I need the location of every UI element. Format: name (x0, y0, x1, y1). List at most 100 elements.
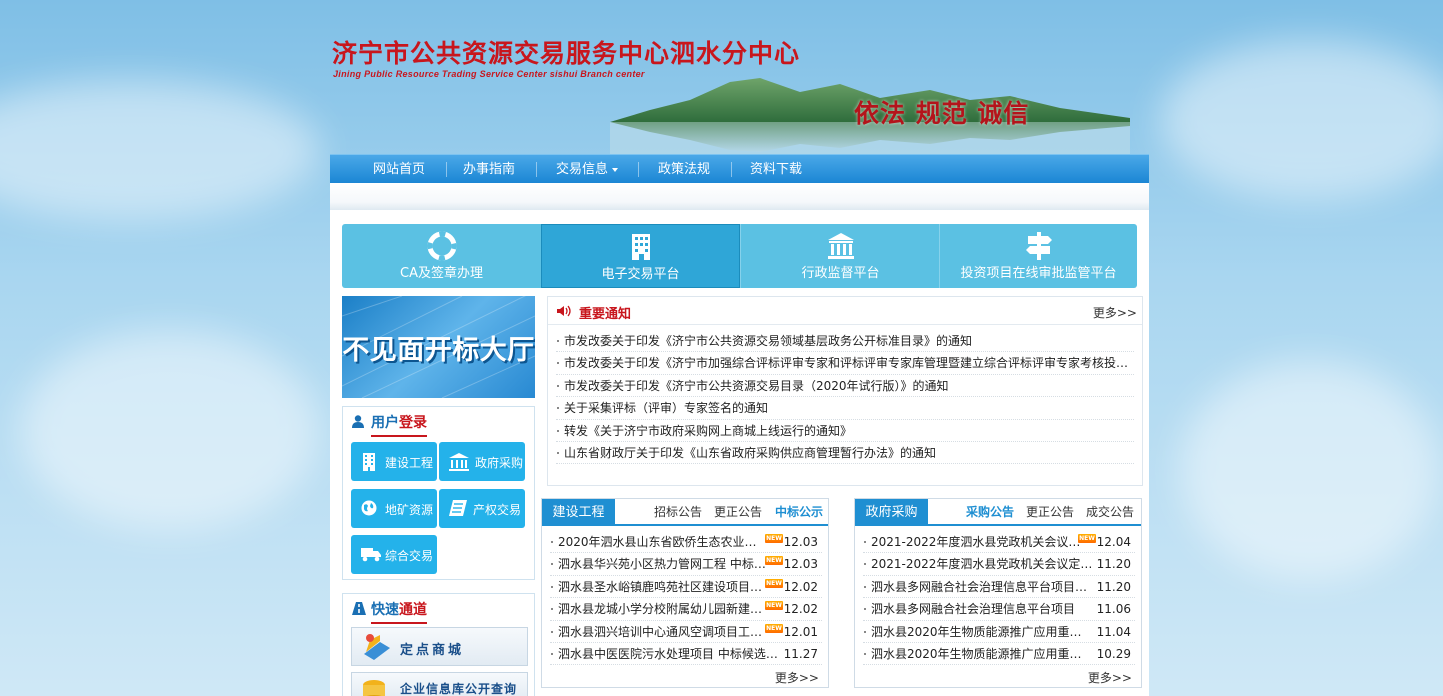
main-content: CA及签章办理 电子交易平台 行政监督平台 投资项目在线审批监管平台 不见面开标… (330, 210, 1149, 696)
list-item[interactable]: 2020年泗水县山东省欧侨生态农业科技有限公司项目NEW12.03 (550, 531, 822, 554)
fast-channel-box: 快速通道 定点商城 企业信息库公开查询 (342, 593, 535, 696)
site-title: 济宁市公共资源交易服务中心泗水分中心 (332, 39, 801, 68)
platform-e-trading[interactable]: 电子交易平台 (541, 224, 740, 288)
nav-item-guide[interactable]: 办事指南 (454, 155, 524, 184)
list-item[interactable]: 泗水县泗兴培训中心通风空调项目工程中标候选人公示NEW12.01 (550, 621, 822, 643)
platform-admin-supervision[interactable]: 行政监督平台 (741, 224, 940, 288)
platform-label: 投资项目在线审批监管平台 (960, 266, 1117, 281)
procurement-panel: 政府采购 采购公告 更正公告 成交公告 2021-2022年度泗水县党政机关会议… (854, 498, 1142, 688)
procurement-panel-title: 政府采购 (855, 499, 928, 526)
truck-icon (361, 548, 381, 562)
nav-divider (446, 162, 447, 177)
tile-label: 建设工程 (385, 456, 434, 470)
tab-correction-notice[interactable]: 更正公告 (1026, 499, 1074, 526)
new-badge-icon: NEW (765, 623, 783, 633)
speaker-icon (557, 305, 571, 317)
building-icon (363, 453, 375, 471)
fast-link-label: 定点商城 (400, 643, 465, 658)
login-tile-construction[interactable]: 建设工程 (351, 442, 437, 481)
notice-item[interactable]: 市发改委关于印发《济宁市公共资源交易领域基层政务公开标准目录》的通知 (556, 330, 1134, 353)
nav-item-home[interactable]: 网站首页 (364, 155, 434, 184)
platform-label: CA及签章办理 (400, 266, 483, 281)
fast-link-mall[interactable]: 定点商城 (351, 627, 528, 666)
login-tile-comprehensive[interactable]: 综合交易 (351, 535, 437, 574)
building-icon (631, 234, 650, 260)
fast-box-header: 快速通道 (343, 594, 534, 624)
tab-award-publicity[interactable]: 中标公示 (772, 499, 827, 526)
site-header: 济宁市公共资源交易服务中心泗水分中心 Jining Public Resourc… (330, 0, 1149, 154)
tab-correction-notice[interactable]: 更正公告 (714, 499, 762, 526)
nav-divider (536, 162, 537, 177)
platform-bar: CA及签章办理 电子交易平台 行政监督平台 投资项目在线审批监管平台 (342, 224, 1137, 288)
tile-label: 产权交易 (473, 503, 522, 517)
list-item[interactable]: 泗水县龙城小学分校附属幼儿园新建项目中标候选人公示NEW12.02 (550, 598, 822, 621)
fast-link-label: 企业信息库公开查询 (400, 682, 518, 696)
cloud-decoration (20, 330, 320, 530)
notice-header: 重要通知 更多>> (548, 297, 1142, 325)
new-badge-icon: NEW (765, 578, 783, 588)
caret-down-icon (612, 167, 618, 172)
new-badge-icon: NEW (1078, 534, 1096, 543)
site-subtitle: Jining Public Resource Trading Service C… (333, 69, 645, 79)
construction-list: 2020年泗水县山东省欧侨生态农业科技有限公司项目NEW12.03 泗水县华兴苑… (550, 531, 822, 666)
database-icon (363, 680, 385, 696)
tab-procurement-notice[interactable]: 采购公告 (963, 499, 1018, 526)
tab-deal-notice[interactable]: 成交公告 (1086, 499, 1134, 526)
list-item[interactable]: 泗水县华兴苑小区热力管网工程 中标候选人公示NEW12.03 (550, 553, 822, 576)
construction-panel-title: 建设工程 (542, 499, 615, 526)
government-icon (449, 453, 469, 471)
login-tile-property-rights[interactable]: 产权交易 (439, 489, 525, 528)
construction-more-link[interactable]: 更多>> (775, 669, 819, 686)
new-badge-icon: NEW (765, 601, 783, 611)
nav-item-trading-info[interactable]: 交易信息 (546, 155, 628, 184)
login-tile-mineral[interactable]: 地矿资源 (351, 489, 437, 528)
document-icon (449, 500, 467, 516)
tile-label: 地矿资源 (385, 503, 434, 517)
platform-label: 电子交易平台 (601, 267, 680, 282)
new-badge-icon: NEW (765, 556, 783, 566)
list-item[interactable]: 2021-2022年度泗水县党政机关会议定点服务采购项目11.20 (863, 553, 1135, 576)
page-wrapper: 济宁市公共资源交易服务中心泗水分中心 Jining Public Resourc… (330, 0, 1149, 696)
user-login-box: 用户登录 建设工程 政府采购 地矿资源 产权交易 综合交易 (342, 406, 535, 580)
cloud-decoration (0, 80, 320, 220)
construction-panel: 建设工程 招标公告 更正公告 中标公示 2020年泗水县山东省欧侨生态农业科技有… (541, 498, 829, 688)
login-box-header: 用户登录 (343, 407, 534, 437)
platform-investment-approval[interactable]: 投资项目在线审批监管平台 (939, 224, 1138, 288)
tab-tender-notice[interactable]: 招标公告 (654, 499, 702, 526)
fast-title: 快速通道 (371, 599, 427, 624)
fast-link-enterprise-info[interactable]: 企业信息库公开查询 (351, 672, 528, 696)
nav-item-label: 交易信息 (555, 162, 608, 177)
tile-label: 政府采购 (475, 456, 524, 470)
list-item[interactable]: 泗水县圣水峪镇鹿鸣苑社区建设项目中标候选人公示NEW12.02 (550, 576, 822, 599)
platform-label: 行政监督平台 (801, 266, 880, 281)
list-item[interactable]: 泗水县多网融合社会治理信息平台项目 11.06 (863, 598, 1135, 621)
notice-item[interactable]: 转发《关于济宁市政府采购网上商城上线运行的通知》 (556, 420, 1134, 442)
online-bid-hall-banner[interactable]: 不见面开标大厅 (342, 296, 535, 398)
platform-ca-seal[interactable]: CA及签章办理 (342, 224, 541, 288)
government-icon (827, 233, 854, 259)
construction-panel-header: 建设工程 招标公告 更正公告 中标公示 (542, 499, 828, 526)
list-item[interactable]: 2021-2022年度泗水县党政机关会议定点服务采购项目NEW12.04 (863, 531, 1135, 554)
list-item[interactable]: 泗水县2020年生物质能源推广应用重点项目采购公告11.04 (863, 621, 1135, 643)
nav-divider (638, 162, 639, 177)
notice-item[interactable]: 山东省财政厅关于印发《山东省政府采购供应商管理暂行办法》的通知 (556, 442, 1134, 465)
notice-item[interactable]: 市发改委关于印发《济宁市公共资源交易目录（2020年试行版）》的通知 (556, 375, 1134, 398)
notice-item[interactable]: 关于采集评标（评审）专家签名的通知 (556, 397, 1134, 420)
list-item[interactable]: 泗水县2020年生物质能源推广应用重点项目采购公告10.29 (863, 643, 1135, 666)
list-item[interactable]: 泗水县多网融合社会治理信息平台项目更正公告11.20 (863, 576, 1135, 599)
notice-title: 重要通知 (579, 307, 632, 322)
nav-item-downloads[interactable]: 资料下载 (741, 155, 811, 184)
login-tile-procurement[interactable]: 政府采购 (439, 442, 525, 481)
user-icon (352, 415, 364, 428)
notice-more-link[interactable]: 更多>> (1093, 304, 1137, 321)
shopping-mall-icon (364, 634, 390, 660)
procurement-more-link[interactable]: 更多>> (1088, 669, 1132, 686)
notice-item[interactable]: 市发改委关于印发《济宁市加强综合评标评审专家和评标评审专家库管理暨建立综合评标评… (556, 352, 1134, 375)
banner-text: 不见面开标大厅 (342, 335, 535, 366)
nav-item-policy[interactable]: 政策法规 (649, 155, 719, 184)
slogan: 依法 规范 诚信 (854, 99, 1030, 128)
sub-bar (330, 183, 1149, 210)
list-item[interactable]: 泗水县中医医院污水处理项目 中标候选人公示 11.27 (550, 643, 822, 666)
login-title: 用户登录 (371, 412, 427, 437)
procurement-list: 2021-2022年度泗水县党政机关会议定点服务采购项目NEW12.04 202… (863, 531, 1135, 666)
